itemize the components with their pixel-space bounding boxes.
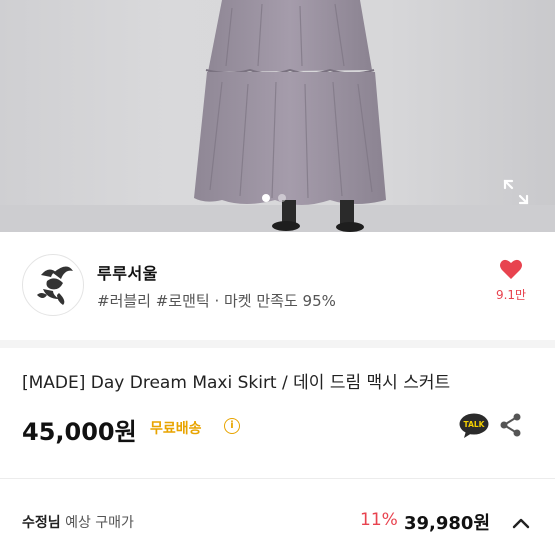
pagination-dot-active[interactable] bbox=[262, 194, 270, 202]
product-image[interactable] bbox=[0, 0, 555, 232]
angel-logo-icon bbox=[37, 266, 73, 305]
expand-icon[interactable] bbox=[502, 178, 530, 206]
shop-tags: #러블리 #로맨틱 · 마켓 만족도 95% bbox=[97, 292, 336, 310]
seller-section: 루루서울 #러블리 #로맨틱 · 마켓 만족도 95% 9.1만 bbox=[0, 232, 555, 340]
share-button[interactable] bbox=[500, 413, 522, 437]
talk-label: TALK bbox=[464, 420, 486, 429]
product-price: 45,000원 bbox=[22, 418, 137, 446]
free-shipping-badge: 무료배송 bbox=[150, 421, 202, 437]
expected-price: 39,980원 bbox=[404, 513, 491, 534]
heart-icon bbox=[500, 259, 522, 279]
info-icon[interactable]: i bbox=[224, 418, 240, 434]
seller-avatar[interactable] bbox=[22, 254, 84, 316]
expected-price-text: 예상 구매가 bbox=[60, 515, 134, 531]
user-name: 수정님 bbox=[22, 515, 61, 531]
kakao-talk-button[interactable]: TALK bbox=[459, 413, 489, 439]
like-button[interactable]: 9.1만 bbox=[488, 258, 534, 303]
shop-name[interactable]: 루루서울 bbox=[97, 260, 158, 284]
product-title: [MADE] Day Dream Maxi Skirt / 데이 드림 맥시 스… bbox=[22, 373, 451, 393]
discount-rate: 11% bbox=[360, 510, 398, 530]
expected-price-label: 수정님 예상 구매가 bbox=[22, 512, 134, 532]
divider-line bbox=[0, 478, 555, 479]
talk-icon: TALK bbox=[459, 413, 489, 438]
chevron-up-icon[interactable] bbox=[512, 514, 530, 533]
image-pagination bbox=[262, 194, 286, 202]
section-divider bbox=[0, 340, 555, 348]
expected-price-row[interactable]: 수정님 예상 구매가 11% 39,980원 bbox=[0, 492, 555, 552]
like-count: 9.1만 bbox=[495, 288, 527, 302]
pagination-dot[interactable] bbox=[278, 194, 286, 202]
share-icon bbox=[500, 413, 521, 437]
